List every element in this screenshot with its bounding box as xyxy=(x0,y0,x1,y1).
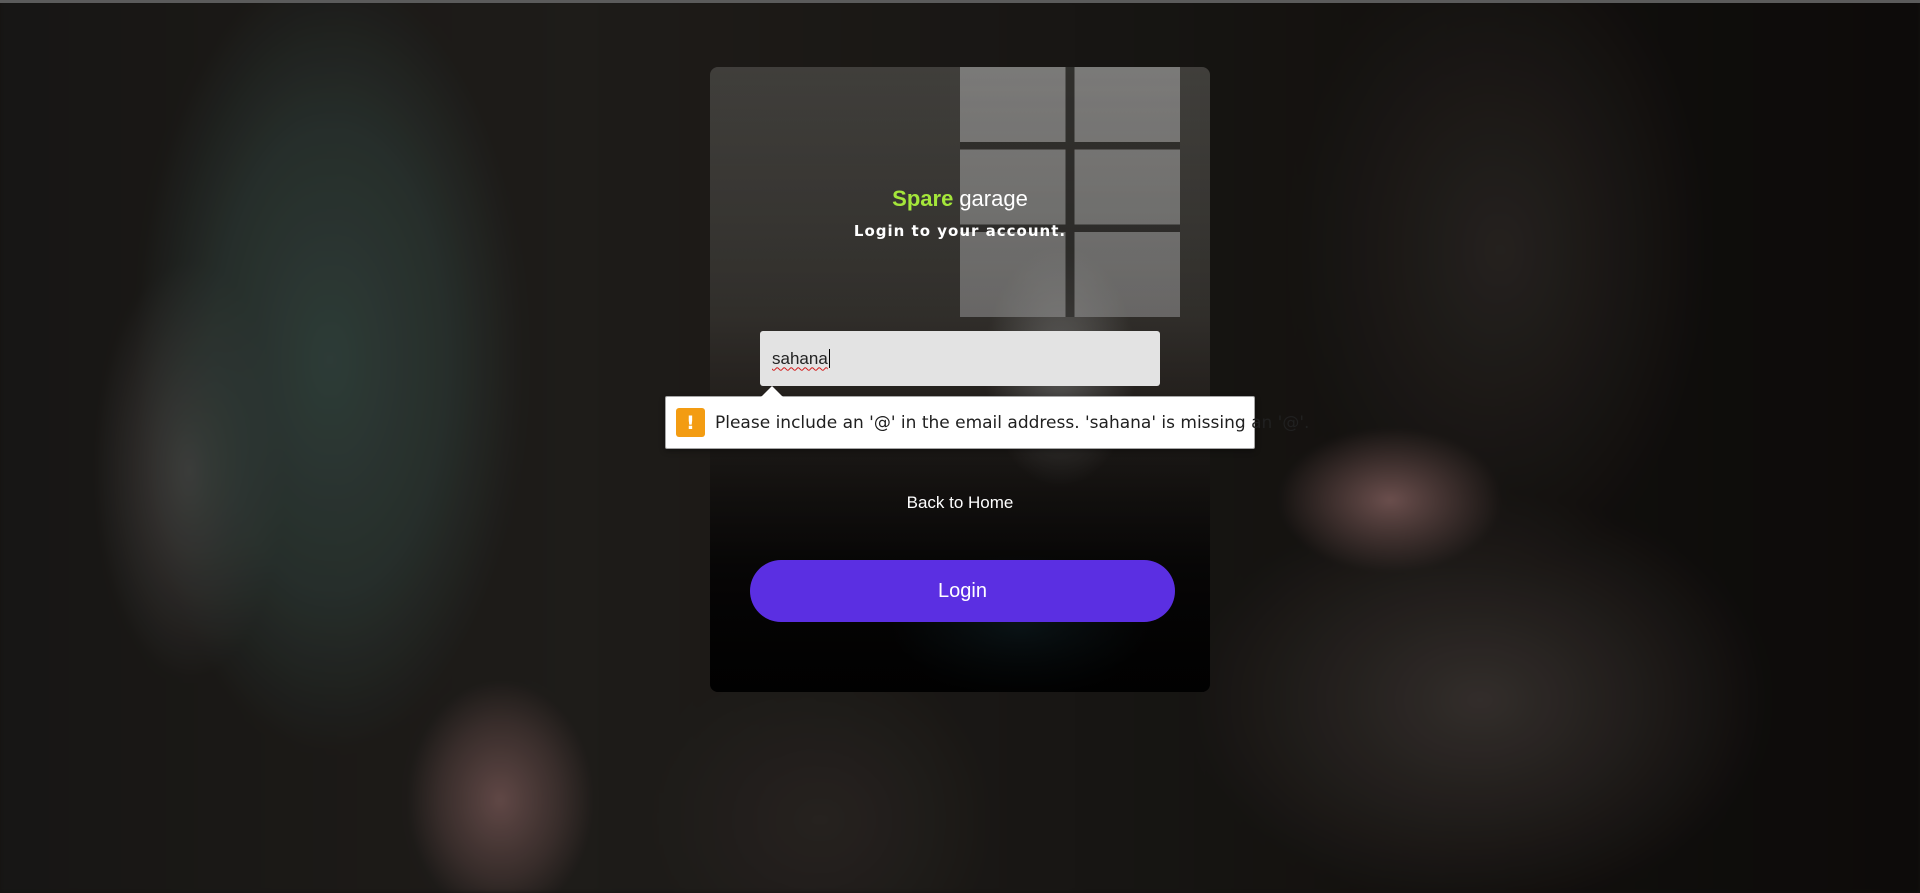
tooltip-arrow xyxy=(761,386,783,397)
login-card: Spare garage Login to your account. sahan… xyxy=(710,67,1210,692)
brand-rest-text: garage xyxy=(959,186,1028,211)
text-caret xyxy=(828,349,830,368)
warning-icon: ! xyxy=(676,408,705,437)
brand-accent-text: Spare xyxy=(892,186,954,211)
brand-logo: Spare garage xyxy=(710,185,1210,213)
login-subtitle: Login to your account. xyxy=(853,222,1067,240)
email-input-value: sahana xyxy=(772,348,828,368)
window-top-border xyxy=(0,0,1920,3)
validation-tooltip: ! Please include an '@' in the email add… xyxy=(665,386,1309,449)
login-button[interactable]: Login xyxy=(750,560,1175,622)
email-input[interactable]: sahana xyxy=(760,331,1160,386)
validation-message: Please include an '@' in the email addre… xyxy=(715,412,1310,433)
login-page: Spare garage Login to your account. sahan… xyxy=(0,0,1920,893)
back-to-home-link[interactable]: Back to Home xyxy=(710,493,1210,513)
